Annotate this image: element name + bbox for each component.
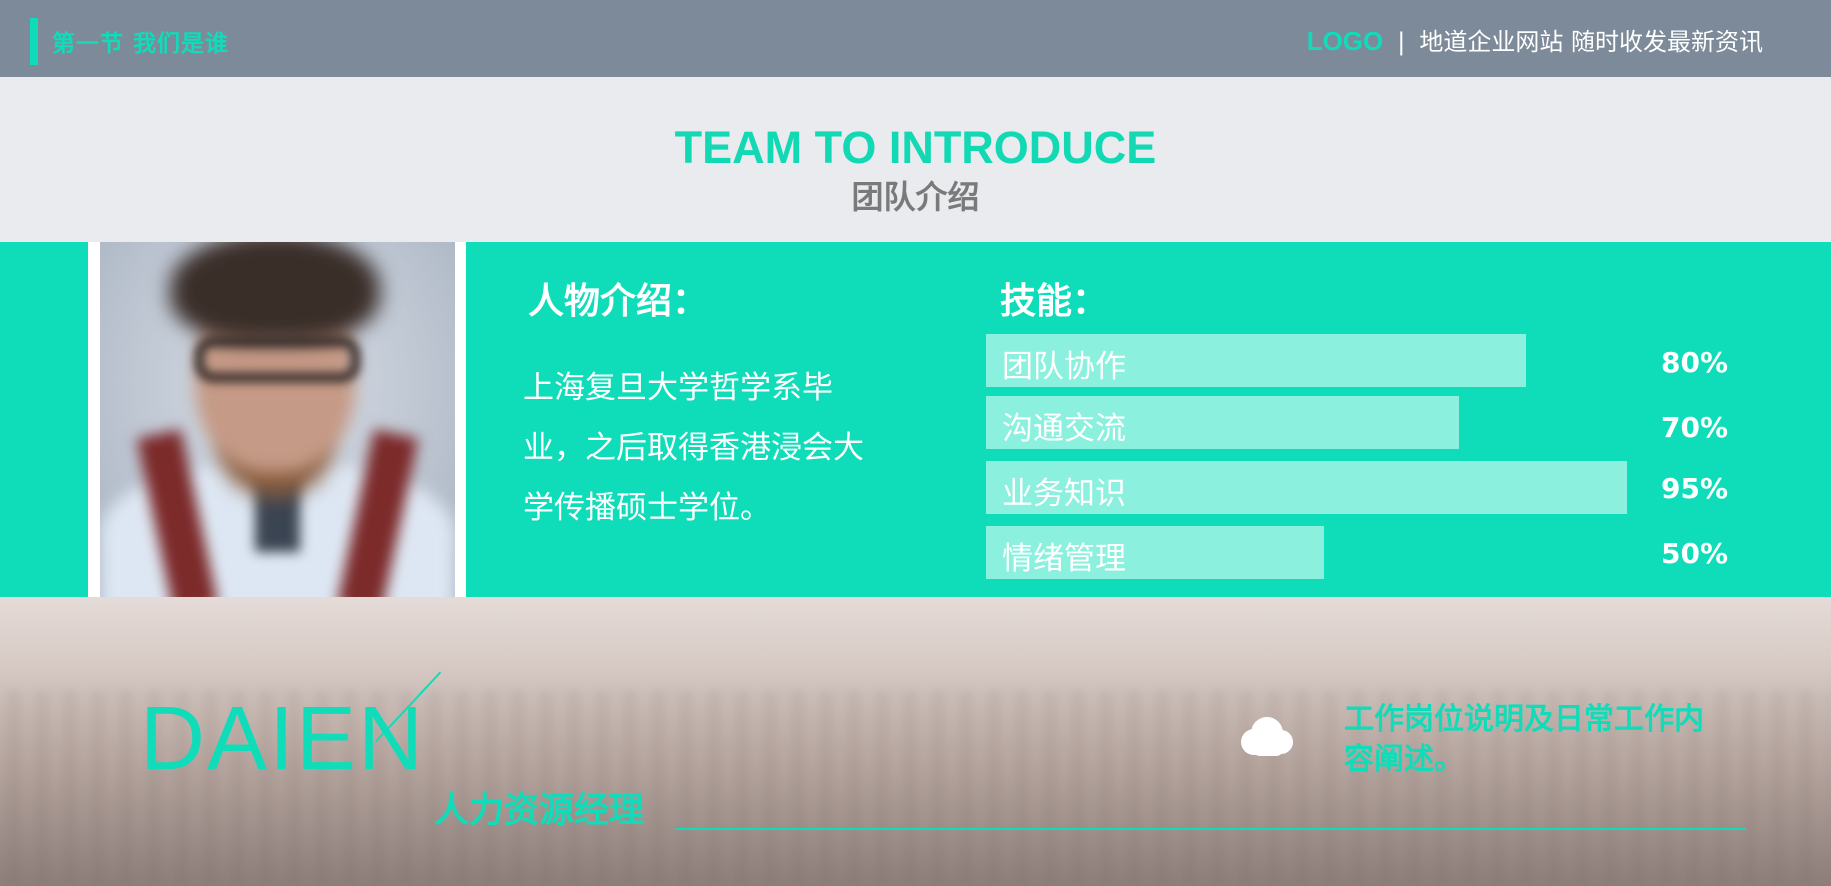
site-tagline: 地道企业网站 随时收发最新资讯 xyxy=(1419,28,1763,56)
skill-name: 沟通交流 xyxy=(1002,411,1126,447)
skill-percent: 80% xyxy=(1661,346,1729,379)
page-subtitle: 团队介绍 xyxy=(851,178,980,216)
top-bar: 第一节 我们是谁 LOGO | 地道企业网站 随时收发最新资讯 xyxy=(0,0,1831,77)
person-role: 人力资源经理 xyxy=(434,791,645,831)
skill-percent: 50% xyxy=(1661,537,1729,570)
intro-text: 上海复旦大学哲学系毕业，之后取得香港浸会大学传播硕士学位。 xyxy=(523,370,864,526)
brand-area: LOGO | 地道企业网站 随时收发最新资讯 xyxy=(1307,22,1763,57)
section-title: 第一节 我们是谁 xyxy=(52,31,230,57)
section-accent-bar xyxy=(30,18,38,65)
portrait-photo xyxy=(100,242,455,597)
skill-name: 业务知识 xyxy=(1002,476,1126,512)
page-title: TEAM TO INTRODUCE xyxy=(674,122,1157,173)
skills-heading: 技能： xyxy=(1000,281,1109,322)
photo-divider xyxy=(455,242,466,597)
logo[interactable]: LOGO xyxy=(1307,26,1384,57)
skill-name: 团队协作 xyxy=(1002,349,1126,385)
skill-percent: 70% xyxy=(1661,411,1729,444)
footer-underline xyxy=(676,828,1746,830)
cloud-icon xyxy=(1241,717,1293,756)
skill-percent: 95% xyxy=(1661,472,1729,505)
brand-separator: | xyxy=(1397,28,1406,56)
role-description: 工作岗位说明及日常工作内容阐述。 xyxy=(1344,702,1704,777)
person-name: DAIEN xyxy=(140,689,426,789)
skill-name: 情绪管理 xyxy=(1002,541,1126,577)
intro-heading: 人物介绍： xyxy=(528,281,709,322)
